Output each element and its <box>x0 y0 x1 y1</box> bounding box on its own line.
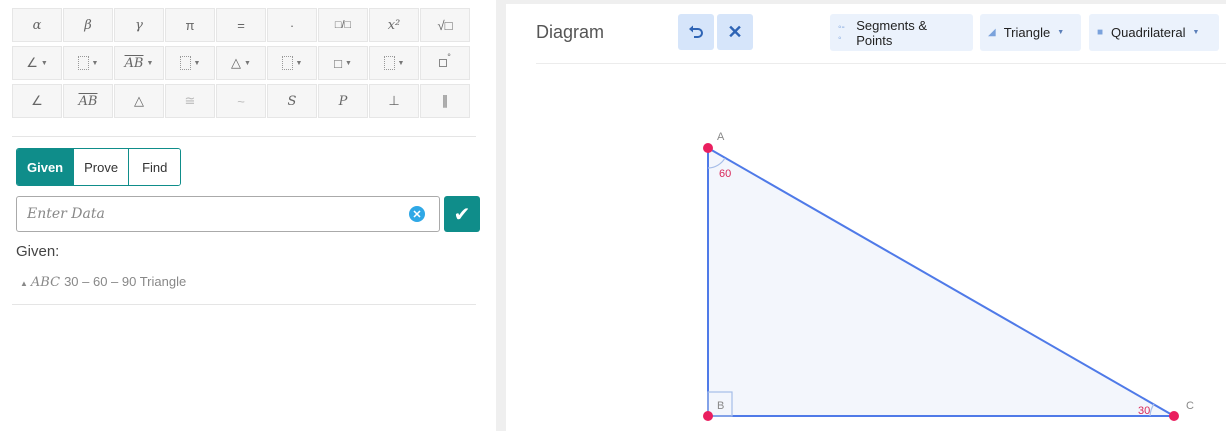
triangle-diagram[interactable]: A B C 60 30 <box>506 4 1226 431</box>
key-s[interactable]: S <box>267 84 317 118</box>
key-congruent[interactable]: ≅ <box>165 84 215 118</box>
label-a: A <box>717 131 725 143</box>
point-b[interactable] <box>703 411 713 421</box>
key-angle[interactable]: ∠ <box>12 84 62 118</box>
chevron-down-icon: ▼ <box>397 59 405 67</box>
dotted-box-icon <box>77 56 89 70</box>
key-dotted-dropdown-2[interactable]: ▼ <box>165 46 215 80</box>
key-fraction[interactable]: □/□ <box>318 8 368 42</box>
enter-data-input[interactable] <box>25 197 399 231</box>
submit-button[interactable]: ✔ <box>444 196 480 232</box>
key-alpha[interactable]: α <box>12 8 62 42</box>
key-segment-dropdown[interactable]: AB ▼ <box>114 46 164 80</box>
chevron-down-icon: ▼ <box>91 59 99 67</box>
key-angle-dropdown[interactable]: ∠ ▼ <box>12 46 62 80</box>
diagram-panel: Diagram ✕ ◦-◦ Segments & Points ◢ Triangle… <box>506 4 1226 431</box>
tab-find[interactable]: Find <box>129 149 181 185</box>
point-a[interactable] <box>703 143 713 153</box>
label-c: C <box>1186 400 1194 412</box>
triangle-icon: ▲ <box>20 279 28 288</box>
given-heading: Given: <box>16 243 60 260</box>
given-item-name: ABC <box>30 275 61 290</box>
angle-c-measure: 30 <box>1138 405 1150 417</box>
given-item[interactable]: ▲ ABC 30 – 60 – 90 Triangle <box>20 274 186 290</box>
chevron-down-icon: ▼ <box>146 59 154 67</box>
dotted-box-icon <box>383 56 395 70</box>
key-triangle-dropdown[interactable]: △ ▼ <box>216 46 266 80</box>
dotted-box-icon <box>179 56 191 70</box>
degree-box-icon <box>439 59 448 67</box>
check-icon: ✔ <box>453 203 471 226</box>
key-gamma[interactable]: γ <box>114 8 164 42</box>
key-dotted-dropdown-3[interactable]: ▼ <box>267 46 317 80</box>
chevron-down-icon: ▼ <box>344 59 352 67</box>
key-segment[interactable]: AB <box>63 84 113 118</box>
key-degree[interactable]: ° <box>420 46 470 80</box>
key-parallel[interactable]: ∥ <box>420 84 470 118</box>
chevron-down-icon: ▼ <box>40 59 48 67</box>
clear-icon[interactable]: ✕ <box>409 206 425 222</box>
key-square[interactable]: x² <box>369 8 419 42</box>
left-panel: α β γ π = · □/□ x² √□ ∠ ▼ ▼ AB ▼ ▼ △ ▼ ▼ □ ▼… <box>0 0 496 431</box>
angle-icon: ∠ <box>26 55 38 70</box>
tab-given[interactable]: Given <box>17 149 75 185</box>
keypad-divider <box>12 136 476 137</box>
chevron-down-icon: ▼ <box>193 59 201 67</box>
chevron-down-icon: ▼ <box>295 59 303 67</box>
key-dotted-dropdown-4[interactable]: ▼ <box>369 46 419 80</box>
label-b: B <box>717 400 724 412</box>
key-equals[interactable]: = <box>216 8 266 42</box>
chevron-down-icon: ▼ <box>244 59 251 67</box>
key-dot[interactable]: · <box>267 8 317 42</box>
angle-a-measure: 60 <box>719 168 731 180</box>
given-item-text: 30 – 60 – 90 Triangle <box>64 274 187 289</box>
triangle-icon: △ <box>231 55 242 70</box>
key-triangle[interactable]: △ <box>114 84 164 118</box>
given-divider <box>12 304 476 305</box>
data-input-box: ✕ <box>16 196 440 232</box>
key-square-dropdown[interactable]: □ ▼ <box>318 46 368 80</box>
point-c[interactable] <box>1169 411 1179 421</box>
mode-tabs: Given Prove Find <box>16 148 182 186</box>
key-dotted-dropdown-1[interactable]: ▼ <box>63 46 113 80</box>
segment-icon: AB <box>124 55 144 71</box>
key-similar[interactable]: ~ <box>216 84 266 118</box>
key-sqrt[interactable]: √□ <box>420 8 470 42</box>
symbol-keypad: α β γ π = · □/□ x² √□ ∠ ▼ ▼ AB ▼ ▼ △ ▼ ▼ □ ▼… <box>12 8 472 122</box>
square-icon: □ <box>334 55 342 71</box>
key-p[interactable]: P <box>318 84 368 118</box>
key-pi[interactable]: π <box>165 8 215 42</box>
tab-prove[interactable]: Prove <box>74 149 130 185</box>
key-beta[interactable]: β <box>63 8 113 42</box>
key-perpendicular[interactable]: ⊥ <box>369 84 419 118</box>
dotted-box-icon <box>281 56 293 70</box>
